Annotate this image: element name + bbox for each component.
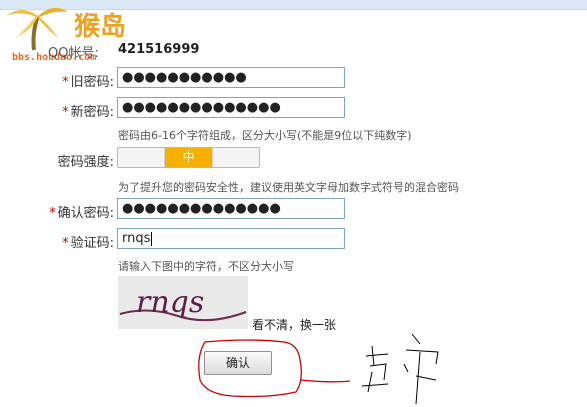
handwritten-char-2 [403,333,439,405]
handwritten-char-1 [361,345,389,393]
red-annotation-scribble [198,333,439,405]
